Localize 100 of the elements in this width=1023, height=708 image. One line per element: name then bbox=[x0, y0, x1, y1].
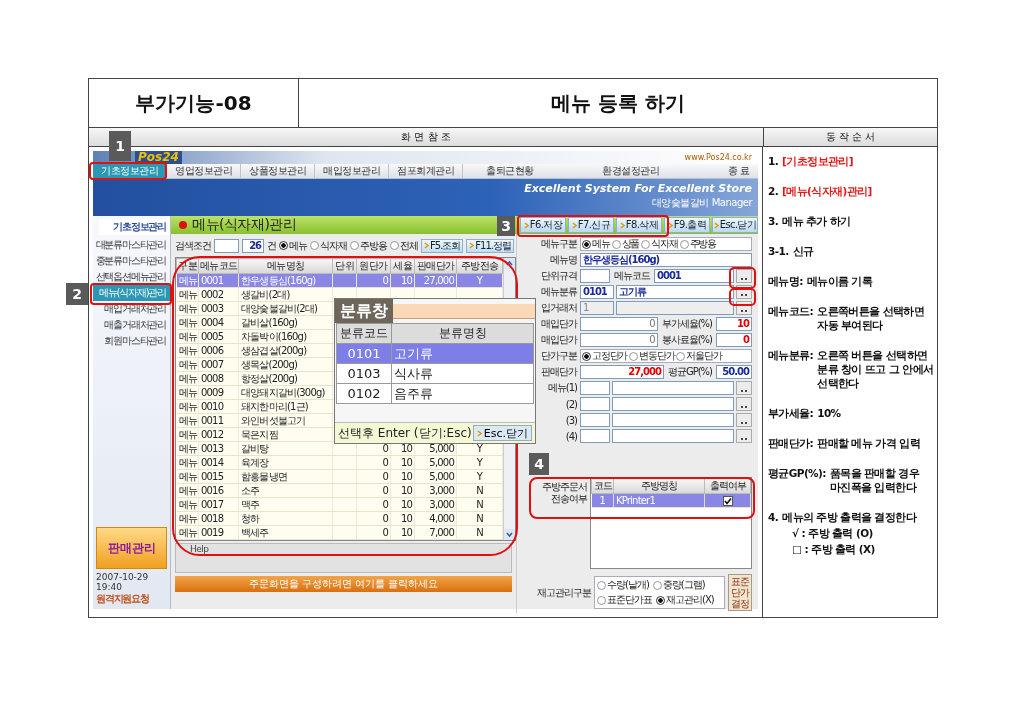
radio-option[interactable]: 변동단가 bbox=[629, 349, 675, 363]
close-button[interactable]: Esc.닫기 bbox=[472, 425, 532, 441]
browse-button[interactable] bbox=[736, 413, 752, 427]
browse-button[interactable] bbox=[736, 269, 752, 283]
search-button[interactable]: F11.정렬 bbox=[466, 238, 514, 253]
table-cell: 맥주 bbox=[238, 497, 333, 512]
toolbar-button[interactable]: F7.신규 bbox=[568, 217, 614, 233]
sidebar-item[interactable]: 매출거래처관리 bbox=[93, 317, 170, 333]
input-field[interactable]: 10 bbox=[716, 317, 752, 331]
input-field[interactable] bbox=[580, 269, 610, 283]
scroll-up-icon[interactable] bbox=[504, 258, 515, 269]
input-field[interactable]: 0 bbox=[580, 317, 658, 331]
column-header[interactable]: 세율 bbox=[390, 258, 415, 274]
table-cell: 1 bbox=[591, 493, 614, 508]
radio-option[interactable]: 식자재 bbox=[310, 238, 348, 253]
menu-item[interactable]: 출퇴근현황 bbox=[478, 164, 542, 178]
toolbar-button[interactable]: F8.삭제 bbox=[616, 217, 662, 233]
input-field[interactable]: 27,000 bbox=[580, 365, 664, 379]
step-text: 메뉴이름 기록 bbox=[806, 274, 873, 288]
radio-option[interactable]: 메뉴 bbox=[582, 237, 610, 251]
input-field[interactable]: 0001 bbox=[654, 269, 734, 283]
table-row[interactable]: 메뉴 0014 육계장 0 10 5,000 Y bbox=[176, 455, 503, 470]
input-field[interactable] bbox=[580, 381, 610, 395]
input-field[interactable]: 50.00 bbox=[716, 365, 752, 379]
input-field[interactable] bbox=[580, 429, 610, 443]
menu-item[interactable]: 종 료 bbox=[720, 164, 758, 178]
sales-button[interactable]: 판매관리 bbox=[96, 527, 167, 569]
chevron-icon bbox=[571, 221, 577, 229]
column-header[interactable]: 메뉴명칭 bbox=[238, 258, 333, 274]
field-label: 메뉴명 bbox=[549, 253, 577, 267]
radio-option[interactable]: 주방용 bbox=[679, 237, 717, 251]
column-header[interactable]: 주방전송 bbox=[456, 258, 503, 274]
input-field[interactable]: 0101 bbox=[580, 285, 614, 299]
column-header[interactable]: 메뉴코드 bbox=[198, 258, 239, 274]
column-header[interactable]: 단위 bbox=[332, 258, 357, 274]
radio-option[interactable]: 전체 bbox=[390, 238, 419, 253]
radio-option[interactable]: 식자재 bbox=[641, 237, 678, 251]
store-manager: 대양숯불갈비 Manager bbox=[652, 196, 752, 210]
radio-option[interactable]: 중량(그램) bbox=[652, 578, 705, 592]
input-field[interactable] bbox=[612, 429, 734, 443]
standard-price-button[interactable]: 표준단가결정 bbox=[728, 574, 752, 611]
input-field[interactable] bbox=[580, 397, 610, 411]
table-cell: Y bbox=[456, 469, 503, 484]
sidebar-item[interactable]: 회원마스타관리 bbox=[93, 333, 170, 349]
input-field[interactable]: 0 bbox=[716, 333, 752, 347]
website-link[interactable]: www.Pos24.co.kr bbox=[684, 153, 752, 162]
popup-title: 분류창 bbox=[335, 299, 393, 323]
radio-option[interactable]: 표준단가표 bbox=[597, 593, 652, 607]
step-label: 4. bbox=[768, 510, 779, 525]
input-field[interactable]: 0 bbox=[580, 333, 658, 347]
table-row[interactable]: 메뉴 0017 맥주 0 10 3,000 N bbox=[176, 497, 503, 512]
menu-item[interactable]: 점포회계관리 bbox=[389, 164, 463, 178]
radio-option[interactable]: 저울단가 bbox=[676, 349, 722, 363]
menu-item[interactable]: 상품정보관리 bbox=[241, 164, 315, 178]
search-button[interactable]: F5.조회 bbox=[421, 238, 464, 253]
table-cell: 와인버섯불고기 bbox=[238, 413, 333, 428]
menu-item[interactable]: 영업정보관리 bbox=[167, 164, 241, 178]
table-cell: Y bbox=[456, 455, 503, 470]
table-row[interactable]: 메뉴 0016 소주 0 10 3,000 N bbox=[176, 483, 503, 498]
toolbar-button[interactable]: F6.저장 bbox=[520, 217, 566, 233]
sidebar-item[interactable]: 매입거래처관리 bbox=[93, 301, 170, 317]
input-field[interactable] bbox=[616, 301, 734, 315]
toolbar-button[interactable]: F9.출력 bbox=[664, 217, 710, 233]
search-field[interactable] bbox=[214, 238, 240, 253]
table-row[interactable]: 메뉴 0015 함흥물냉면 0 10 5,000 Y bbox=[176, 469, 503, 484]
radio-option[interactable]: 수량(낱개) bbox=[597, 578, 649, 592]
step-badge: 1 bbox=[109, 131, 131, 161]
input-field[interactable] bbox=[580, 413, 610, 427]
browse-button[interactable] bbox=[736, 381, 752, 395]
scroll-down-icon[interactable] bbox=[504, 529, 515, 540]
browse-button[interactable] bbox=[736, 429, 752, 443]
input-field[interactable] bbox=[612, 381, 734, 395]
sidebar-item[interactable]: 중분류마스타관리 bbox=[93, 253, 170, 269]
column-header[interactable]: 판매단가 bbox=[414, 258, 457, 274]
column-header[interactable]: 원단가 bbox=[356, 258, 391, 274]
step-detail: √ : 주방 출력 (O) bbox=[792, 526, 874, 540]
radio-option[interactable]: 주방용 bbox=[350, 238, 388, 253]
sidebar-item[interactable]: 선택옵션메뉴관리 bbox=[93, 269, 170, 285]
table-row[interactable]: 메뉴 0018 청하 0 10 4,000 N bbox=[176, 511, 503, 526]
menu-item[interactable]: 환경설정관리 bbox=[594, 164, 668, 178]
input-field[interactable]: 고기류 bbox=[616, 285, 734, 299]
input-field[interactable] bbox=[612, 397, 734, 411]
checkbox[interactable] bbox=[722, 496, 733, 506]
toolbar-button[interactable]: Esc.닫기 bbox=[712, 217, 758, 233]
radio-option[interactable]: 재고관리(X) bbox=[656, 593, 714, 607]
input-field[interactable] bbox=[612, 413, 734, 427]
list-row[interactable]: 0103 식사류 bbox=[336, 363, 534, 384]
table-cell: 0005 bbox=[198, 329, 239, 344]
radio-option[interactable]: 메뉴 bbox=[279, 238, 308, 253]
radio-option[interactable]: 상품 bbox=[611, 237, 640, 251]
table-cell: 메뉴 bbox=[176, 511, 199, 526]
radio-option[interactable]: 고정단가 bbox=[582, 349, 628, 363]
list-row[interactable]: 0102 음주류 bbox=[336, 383, 534, 404]
input-field[interactable]: 한우생등심(160g) bbox=[580, 253, 752, 267]
table-row[interactable]: 메뉴 0019 백세주 0 10 7,000 N bbox=[176, 525, 503, 540]
remote-support-link[interactable]: 원격지원요청 bbox=[93, 592, 170, 609]
count-field: 26 bbox=[242, 238, 265, 253]
browse-button[interactable] bbox=[736, 397, 752, 411]
menu-item[interactable]: 매입정보관리 bbox=[315, 164, 389, 178]
sidebar-item[interactable]: 대분류마스타관리 bbox=[93, 237, 170, 253]
